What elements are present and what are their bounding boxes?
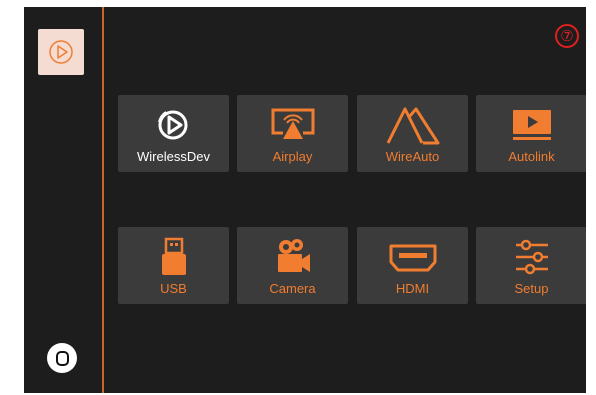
camera-icon [277, 239, 310, 272]
sidebar [24, 7, 104, 393]
usb-icon [161, 237, 186, 275]
head-unit-screen: ⑦ WirelessDev Airplay WireAuto Autolink … [24, 7, 586, 393]
tile-label: HDMI [395, 281, 430, 296]
tile-usb[interactable]: USB [118, 227, 229, 304]
tile-camera[interactable]: Camera [237, 227, 348, 304]
hdmi-icon [389, 244, 436, 272]
tile-wirelessdev[interactable]: WirelessDev [118, 95, 229, 172]
autolink-monitor-icon [512, 110, 551, 140]
tile-label: USB [160, 281, 187, 296]
tile-airplay[interactable]: Airplay [237, 95, 348, 172]
tile-setup[interactable]: Setup [476, 227, 586, 304]
tile-label: WirelessDev [137, 149, 210, 164]
wireless-play-icon [157, 110, 187, 140]
tile-label: Camera [269, 281, 316, 296]
home-button[interactable] [47, 343, 77, 373]
sidebar-app-button[interactable] [38, 29, 84, 75]
tile-autolink[interactable]: Autolink [476, 95, 586, 172]
play-icon [49, 40, 73, 64]
tile-label: Airplay [272, 149, 313, 164]
airplay-icon [271, 108, 314, 139]
page-number-badge: ⑦ [555, 24, 579, 48]
tile-hdmi[interactable]: HDMI [357, 227, 468, 304]
tile-label: WireAuto [385, 149, 440, 164]
android-auto-icon [386, 107, 439, 145]
tile-label: Setup [514, 281, 549, 296]
tile-label: Autolink [508, 149, 555, 164]
settings-sliders-icon [515, 239, 548, 275]
tile-wireauto[interactable]: WireAuto [357, 95, 468, 172]
home-button-icon [55, 350, 69, 366]
